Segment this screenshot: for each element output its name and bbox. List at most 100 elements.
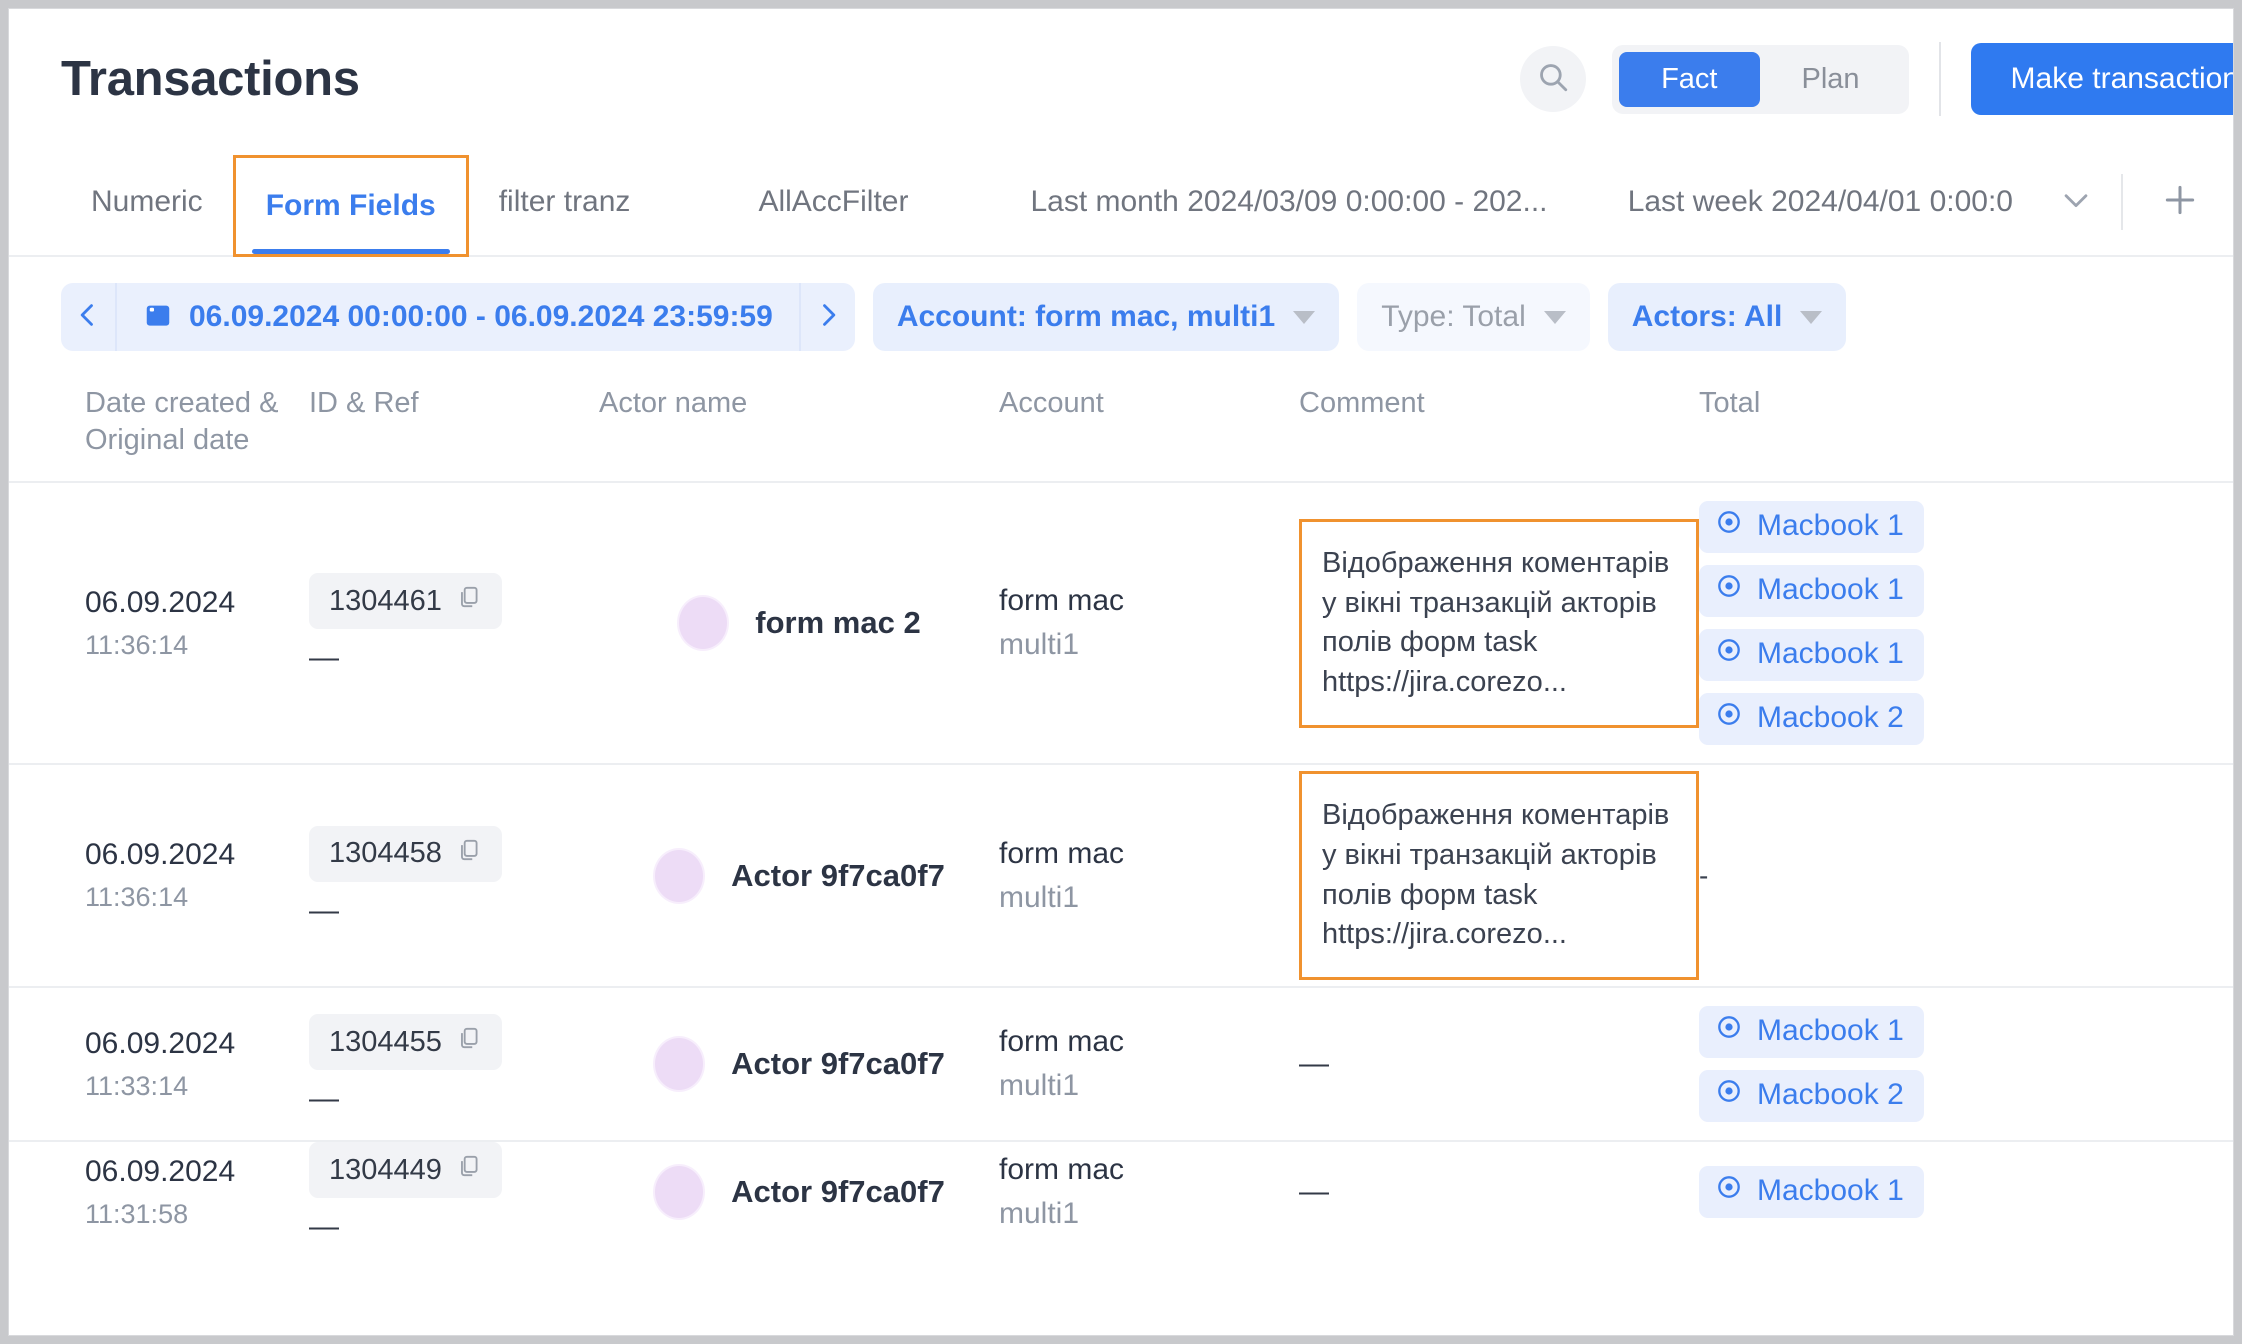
page-header: Transactions Fact Plan Make transaction (9, 9, 2233, 149)
total-badge[interactable]: Macbook 1 (1699, 1166, 1924, 1219)
toggle-option-fact[interactable]: Fact (1619, 51, 1760, 107)
cell-account: form mac multi1 (999, 765, 1299, 986)
filter-type[interactable]: Type: Total (1357, 283, 1590, 351)
tab-numeric[interactable]: Numeric (61, 149, 233, 255)
transaction-id-badge[interactable]: 1304455 (309, 1014, 502, 1071)
cell-actor: Actor 9f7ca0f7 (599, 765, 999, 986)
tab-label: Last month 2024/03/09 0:00:00 - 202... (1030, 185, 1548, 218)
cell-account: form mac multi1 (999, 988, 1299, 1140)
transaction-id-badge[interactable]: 1304458 (309, 825, 502, 882)
date-next-button[interactable] (801, 283, 855, 351)
total-badge[interactable]: Macbook 1 (1699, 565, 1924, 618)
filter-account-label: Account: form mac, multi1 (896, 300, 1276, 333)
circle-dot-icon (1715, 508, 1743, 544)
cell-id: 1304449 — (309, 1142, 599, 1242)
cell-date: 06.09.2024 11:36:14 (9, 765, 309, 986)
comment-text: Відображення коментарів у вікні транзакц… (1299, 518, 1699, 728)
tab-label: AllAccFilter (758, 185, 909, 218)
total-badge[interactable]: Macbook 2 (1699, 1070, 1924, 1123)
circle-dot-icon (1715, 636, 1743, 672)
date-created: 06.09.2024 (85, 838, 236, 872)
account-name: form mac (999, 584, 1125, 618)
actor-name: Actor 9f7ca0f7 (731, 857, 945, 893)
cell-id: 1304458 — (309, 765, 599, 986)
toggle-option-plan[interactable]: Plan (1760, 52, 1902, 107)
cell-actor: Actor 9f7ca0f7 (599, 988, 999, 1140)
filter-actors[interactable]: Actors: All (1607, 283, 1847, 351)
fact-plan-toggle[interactable]: Fact Plan (1612, 44, 1909, 114)
tab-label: Form Fields (265, 189, 436, 222)
tab-spacer (660, 149, 728, 255)
total-badge[interactable]: Macbook 2 (1699, 693, 1924, 746)
column-header-id: ID & Ref (309, 387, 419, 419)
circle-dot-icon (1715, 572, 1743, 608)
tab-allaccfilter[interactable]: AllAccFilter (728, 149, 938, 255)
copy-icon[interactable] (456, 1153, 482, 1187)
date-created: 06.09.2024 (85, 1154, 236, 1188)
chevron-down-icon (1543, 310, 1566, 324)
transaction-id-badge[interactable]: 1304449 (309, 1142, 502, 1199)
transaction-ref: — (309, 893, 339, 927)
header-actions: Fact Plan Make transaction (1520, 9, 2233, 149)
search-icon (1536, 60, 1570, 99)
tab-last-week[interactable]: Last week 2024/04/01 0:00:0 (1598, 185, 2043, 219)
transaction-id-badge[interactable]: 1304461 (309, 573, 502, 630)
avatar (653, 847, 706, 904)
copy-icon[interactable] (456, 837, 482, 871)
comment-text: — (1299, 1047, 1329, 1081)
total-badge[interactable]: Macbook 1 (1699, 501, 1924, 554)
column-header-line: Date created & (85, 387, 279, 419)
date-prev-button[interactable] (61, 283, 115, 351)
cell-date: 06.09.2024 11:36:14 (9, 483, 309, 763)
avatar (653, 1164, 706, 1221)
tab-overflow-button[interactable] (2059, 183, 2093, 222)
circle-dot-icon (1715, 1077, 1743, 1113)
account-sub: multi1 (999, 1069, 1080, 1103)
date-range-label: 06.09.2024 00:00:00 - 06.09.2024 23:59:5… (189, 300, 773, 333)
column-header-account: Account (999, 387, 1104, 419)
copy-icon[interactable] (456, 1025, 482, 1059)
cell-comment: — (1299, 1142, 1699, 1242)
table-row[interactable]: 06.09.2024 11:33:14 1304455 — Actor 9f7ca0f7… (9, 986, 2233, 1140)
comment-text: Відображення коментарів у вікні транзакц… (1299, 771, 1699, 981)
cell-comment: Відображення коментарів у вікні транзакц… (1299, 765, 1699, 986)
table-row[interactable]: 06.09.2024 11:36:14 1304458 — Actor 9f7ca0f7… (9, 763, 2233, 986)
tab-spacer (938, 149, 1000, 255)
account-sub: multi1 (999, 628, 1080, 662)
circle-dot-icon (1715, 700, 1743, 736)
transaction-ref: — (309, 1210, 339, 1244)
plus-icon (2161, 181, 2199, 224)
cell-total: Macbook 1 (1699, 1142, 2233, 1242)
tab-last-month[interactable]: Last month 2024/03/09 0:00:00 - 202... (1000, 149, 1577, 255)
avatar (677, 595, 730, 652)
filter-account[interactable]: Account: form mac, multi1 (872, 283, 1340, 351)
tab-bar: Numeric Form Fields filter tranz AllAccF… (9, 149, 2233, 257)
account-name: form mac (999, 1153, 1125, 1187)
total-badge[interactable]: Macbook 1 (1699, 629, 1924, 682)
table-row[interactable]: 06.09.2024 11:31:58 1304449 — Actor 9f7ca0f7… (9, 1140, 2233, 1242)
actor-name: Actor 9f7ca0f7 (731, 1174, 945, 1210)
cell-comment: Відображення коментарів у вікні транзакц… (1299, 483, 1699, 763)
column-header-comment: Comment (1299, 387, 1425, 419)
circle-dot-icon (1715, 1013, 1743, 1049)
column-header-date: Date created & Original date (9, 385, 309, 459)
tab-label: filter tranz (498, 185, 631, 218)
tab-filter-tranz[interactable]: filter tranz (469, 149, 661, 255)
date-time: 11:36:14 (85, 629, 189, 660)
total-badge-label: Macbook 1 (1757, 1014, 1904, 1048)
date-time: 11:31:58 (85, 1198, 189, 1229)
copy-icon[interactable] (456, 584, 482, 618)
add-tab-button[interactable] (2127, 181, 2233, 224)
column-header-line: Original date (85, 424, 250, 457)
make-transaction-button[interactable]: Make transaction (1970, 43, 2233, 115)
total-empty: - (1699, 859, 1709, 891)
chevron-left-icon (74, 301, 102, 334)
tab-form-fields[interactable]: Form Fields (232, 155, 469, 257)
date-range-button[interactable]: 06.09.2024 00:00:00 - 06.09.2024 23:59:5… (117, 283, 799, 351)
total-badge[interactable]: Macbook 1 (1699, 1006, 1924, 1059)
comment-text: — (1299, 1175, 1329, 1209)
search-button[interactable] (1520, 46, 1587, 112)
table-row[interactable]: 06.09.2024 11:36:14 1304461 — form mac 2 form… (9, 481, 2233, 763)
transaction-ref: — (309, 1082, 339, 1116)
date-created: 06.09.2024 (85, 585, 236, 619)
